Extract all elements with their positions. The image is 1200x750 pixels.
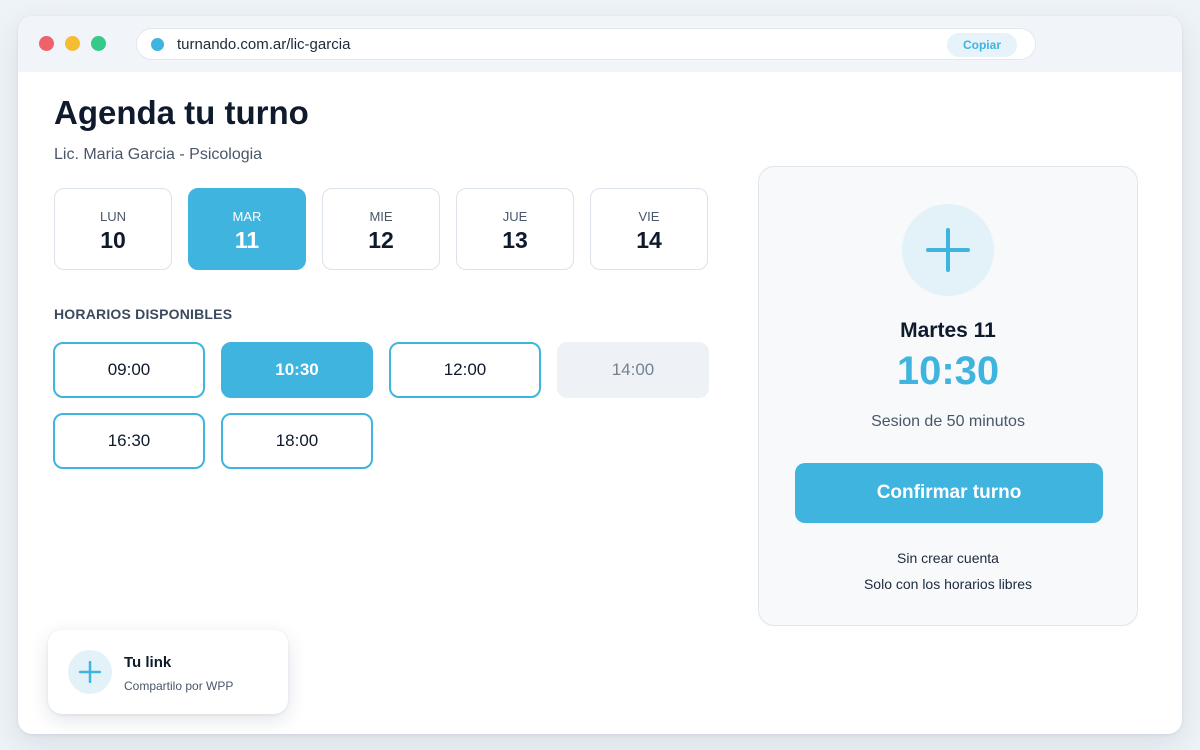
- close-window-button[interactable]: [39, 36, 54, 51]
- day-card-lun[interactable]: LUN 10: [54, 188, 172, 270]
- maximize-window-button[interactable]: [91, 36, 106, 51]
- plus-icon: [68, 650, 112, 694]
- summary-time: 10:30: [896, 349, 1000, 393]
- slots-section-label: HORARIOS DISPONIBLES: [54, 306, 233, 322]
- no-account-note: Sin crear cuenta: [897, 550, 999, 566]
- address-bar[interactable]: turnando.com.ar/lic-garcia Copiar: [136, 28, 1036, 60]
- summary-duration: Sesion de 50 minutos: [871, 413, 1025, 430]
- professional-subtitle: Lic. Maria Garcia - Psicologia: [54, 146, 263, 163]
- site-dot-icon: [151, 38, 164, 51]
- day-number: 12: [368, 227, 394, 253]
- time-slot-1400: 14:00: [557, 342, 709, 398]
- day-number: 13: [502, 227, 528, 253]
- day-number: 11: [234, 227, 260, 253]
- day-name: MAR: [232, 209, 262, 224]
- browser-titlebar: turnando.com.ar/lic-garcia Copiar: [18, 16, 1182, 72]
- time-slot-0900[interactable]: 09:00: [53, 342, 205, 398]
- time-slot-1030[interactable]: 10:30: [221, 342, 373, 398]
- time-slot-1200[interactable]: 12:00: [389, 342, 541, 398]
- free-slots-note: Solo con los horarios libres: [863, 576, 1033, 592]
- day-card-mar[interactable]: MAR 11: [188, 188, 306, 270]
- day-card-jue[interactable]: JUE 13: [456, 188, 574, 270]
- share-link-title: Tu link: [124, 654, 172, 671]
- share-link-subtitle: Compartilo por WPP: [124, 679, 234, 693]
- share-link-card[interactable]: Tu link Compartilo por WPP: [48, 630, 288, 714]
- time-slot-1800[interactable]: 18:00: [221, 413, 373, 469]
- url-text: turnando.com.ar/lic-garcia: [177, 36, 351, 53]
- time-slot-1630[interactable]: 16:30: [53, 413, 205, 469]
- summary-day: Martes 11: [900, 319, 996, 342]
- day-card-vie[interactable]: VIE 14: [590, 188, 708, 270]
- booking-summary-panel: Martes 11 10:30 Sesion de 50 minutos Con…: [758, 166, 1138, 626]
- plus-icon: [902, 204, 994, 296]
- day-card-mie[interactable]: MIE 12: [322, 188, 440, 270]
- day-number: 10: [100, 227, 126, 253]
- copy-link-button[interactable]: Copiar: [947, 33, 1017, 57]
- day-name: MIE: [369, 209, 393, 224]
- day-number: 14: [636, 227, 662, 253]
- browser-window: turnando.com.ar/lic-garcia Copiar Agenda…: [18, 16, 1182, 734]
- day-name: JUE: [502, 209, 528, 224]
- day-name: VIE: [638, 209, 660, 224]
- confirm-appointment-button[interactable]: Confirmar turno: [795, 463, 1103, 523]
- minimize-window-button[interactable]: [65, 36, 80, 51]
- day-name: LUN: [99, 209, 126, 224]
- page-title: Agenda tu turno: [54, 94, 309, 131]
